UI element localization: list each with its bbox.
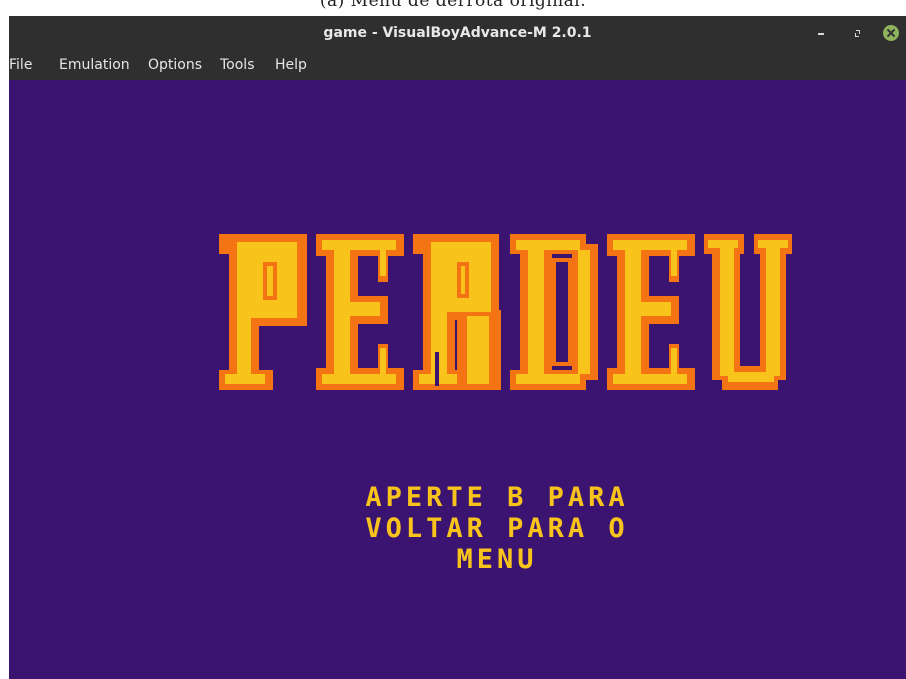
menu-help[interactable]: Help (275, 50, 307, 80)
figure-caption-text: (a) Menu de derrota original. (319, 0, 587, 11)
perdeu-title-art (219, 234, 792, 390)
minimize-icon[interactable] (811, 23, 831, 43)
title-bar[interactable]: game - VisualBoyAdvance-M 2.0.1 (9, 16, 906, 50)
menu-bar: File Emulation Options Tools Help (9, 50, 906, 80)
close-icon[interactable] (883, 25, 899, 41)
emulator-window: game - VisualBoyAdvance-M 2.0.1 File Emu… (9, 16, 906, 679)
prompt-line-1: APERTE B PARA (365, 482, 629, 513)
game-screen[interactable]: APERTE B PARA VOLTAR PARA O MENU (9, 80, 906, 679)
menu-emulation[interactable]: Emulation (59, 50, 130, 80)
menu-tools[interactable]: Tools (220, 50, 255, 80)
prompt-line-3: MENU (456, 544, 538, 575)
prompt-line-2: VOLTAR PARA O (365, 513, 629, 544)
maximize-icon[interactable] (848, 23, 868, 43)
menu-options[interactable]: Options (148, 50, 202, 80)
window-title: game - VisualBoyAdvance-M 2.0.1 (323, 25, 592, 41)
figure-caption: (a) Menu de derrota original. (0, 0, 906, 16)
menu-file[interactable]: File (9, 50, 32, 80)
return-to-menu-prompt: APERTE B PARA VOLTAR PARA O MENU (307, 482, 687, 575)
